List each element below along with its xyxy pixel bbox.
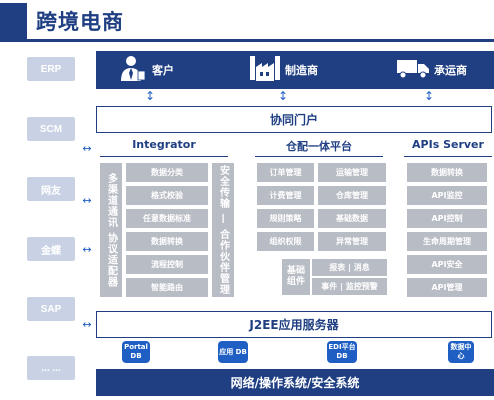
security-transport-label: 安全传输 — 合作伙伴管理: [217, 165, 229, 295]
platform-cell: 规则策略: [257, 209, 314, 228]
platform-cell: 计费管理: [257, 186, 314, 205]
sidebar-item-kingdee: 金蝶: [27, 237, 75, 261]
j2ee-app-server: J2EE应用服务器: [96, 311, 492, 338]
up-down-arrow-icon: ↕: [145, 89, 156, 103]
platform-cell: 运输管理: [318, 163, 386, 182]
actor-manufacturer: 制造商: [248, 51, 318, 89]
platform-title-line: [255, 156, 383, 157]
collaboration-portal: 协同门户: [96, 106, 492, 133]
sidebar-item-sap: SAP: [27, 297, 75, 321]
platform-cell: 组织权限: [257, 232, 314, 251]
base-components-label: 基础组件: [282, 259, 310, 295]
sidebar-item-netfriend: 网友: [27, 177, 75, 201]
up-down-arrow-icon: ↕: [424, 89, 435, 103]
up-down-arrow-icon: ↕: [278, 89, 289, 103]
actors-band: 客户 制造商 承运商: [96, 51, 494, 89]
sidebar-item-erp: ERP: [27, 57, 75, 81]
network-os-security-band: 网络/操作系统/安全系统: [96, 369, 494, 396]
left-right-arrow-icon: ↔: [82, 318, 92, 331]
platform-cell: 异常管理: [318, 232, 386, 251]
data-center-db: 数据中心: [448, 341, 474, 363]
base-component-row: 报表 | 消息: [312, 259, 387, 276]
security-transport-column: 安全传输 — 合作伙伴管理: [212, 163, 234, 297]
actor-carrier-label: 承运商: [434, 64, 467, 77]
integrator-item: 流程控制: [126, 255, 208, 274]
actor-manufacturer-label: 制造商: [285, 64, 318, 77]
footer-text-fragment: [368, 394, 412, 400]
title-accent: [0, 3, 27, 39]
integrator-item: 数据转换: [126, 232, 208, 251]
application-db: 应用 DB: [218, 341, 248, 363]
left-right-arrow-icon: ↔: [82, 194, 92, 207]
apis-item: API监控: [407, 186, 487, 205]
apis-item: API安全: [407, 255, 487, 274]
integrator-title-line: [100, 156, 228, 157]
apis-item: 数据转换: [407, 163, 487, 182]
customer-icon: [116, 53, 146, 87]
apis-item: API控制: [407, 209, 487, 228]
protocol-adapter-column: 多渠道通讯 协议适配器: [100, 163, 122, 297]
portal-db: Portal DB: [122, 341, 150, 363]
sidebar-item-scm: SCM: [27, 117, 75, 141]
apis-title: APIs Server: [412, 138, 484, 151]
factory-icon: [248, 53, 282, 87]
page-title: 跨境电商: [36, 10, 124, 34]
platform-cell: 仓库管理: [318, 186, 386, 205]
platform-cell: 订单管理: [257, 163, 314, 182]
edi-platform-db: EDI平台 DB: [327, 341, 357, 363]
integrator-item: 格式校验: [126, 186, 208, 205]
apis-title-line: [404, 156, 492, 157]
sidebar-item-more: ... ...: [27, 356, 75, 380]
apis-item: API管理: [407, 278, 487, 297]
left-right-arrow-icon: ↔: [82, 142, 92, 155]
actor-customer-label: 客户: [152, 64, 174, 77]
integrator-item: 智能路由: [126, 278, 208, 297]
platform-cell: 基础数据: [318, 209, 386, 228]
base-component-row: 事件 | 监控预警: [312, 278, 387, 295]
protocol-adapter-label: 多渠道通讯 协议适配器: [105, 172, 117, 288]
integrator-item: 任意数据标准: [126, 209, 208, 228]
integrator-item: 数据分类: [126, 163, 208, 182]
integrator-title: Integrator: [132, 138, 196, 151]
left-right-arrow-icon: ↔: [82, 243, 92, 256]
truck-icon: [396, 56, 430, 84]
title-bar: 跨境电商: [0, 0, 494, 42]
apis-item: 生命周期管理: [407, 232, 487, 251]
actor-carrier: 承运商: [396, 51, 467, 89]
title-underline: [0, 39, 494, 42]
actor-customer: 客户: [116, 51, 174, 89]
platform-title: 仓配一体平台: [286, 140, 352, 153]
